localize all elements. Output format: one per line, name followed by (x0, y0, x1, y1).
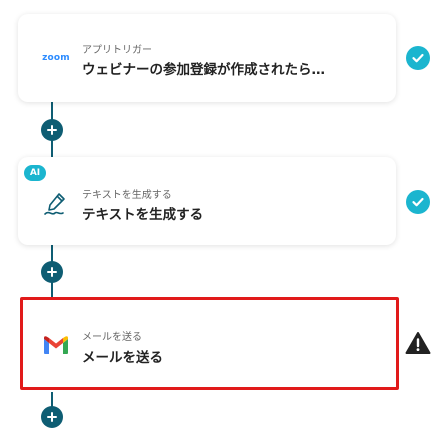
add-step-button[interactable] (41, 261, 63, 283)
step-title: メールを送る (82, 350, 163, 366)
zoom-logo-icon: zoom (42, 53, 70, 63)
plus-icon (47, 412, 57, 422)
plus-icon (47, 267, 57, 277)
flow-step-zoom-trigger[interactable]: zoom アプリトリガー ウェビナーの参加登録が作成されたら… (18, 14, 396, 102)
step-subtitle: メールを送る (82, 332, 142, 343)
flow-step-generate-text[interactable]: テキストを生成する テキストを生成する (18, 157, 396, 245)
flow-step-send-mail[interactable]: メールを送る メールを送る (20, 297, 399, 390)
pen-sign-icon (39, 186, 73, 220)
warning-icon (405, 331, 431, 355)
plus-icon (47, 125, 57, 135)
check-icon (406, 46, 430, 70)
step-title: ウェビナーの参加登録が作成されたら… (82, 62, 325, 78)
add-step-button[interactable] (41, 406, 63, 428)
check-icon (406, 190, 430, 214)
ai-badge: AI (24, 165, 46, 181)
step-subtitle: テキストを生成する (82, 190, 172, 201)
step-subtitle: アプリトリガー (82, 45, 152, 56)
gmail-logo-icon (39, 328, 73, 362)
connector-line (51, 283, 53, 298)
step-title: テキストを生成する (82, 207, 204, 223)
add-step-button[interactable] (41, 119, 63, 141)
connector-line (51, 140, 53, 158)
